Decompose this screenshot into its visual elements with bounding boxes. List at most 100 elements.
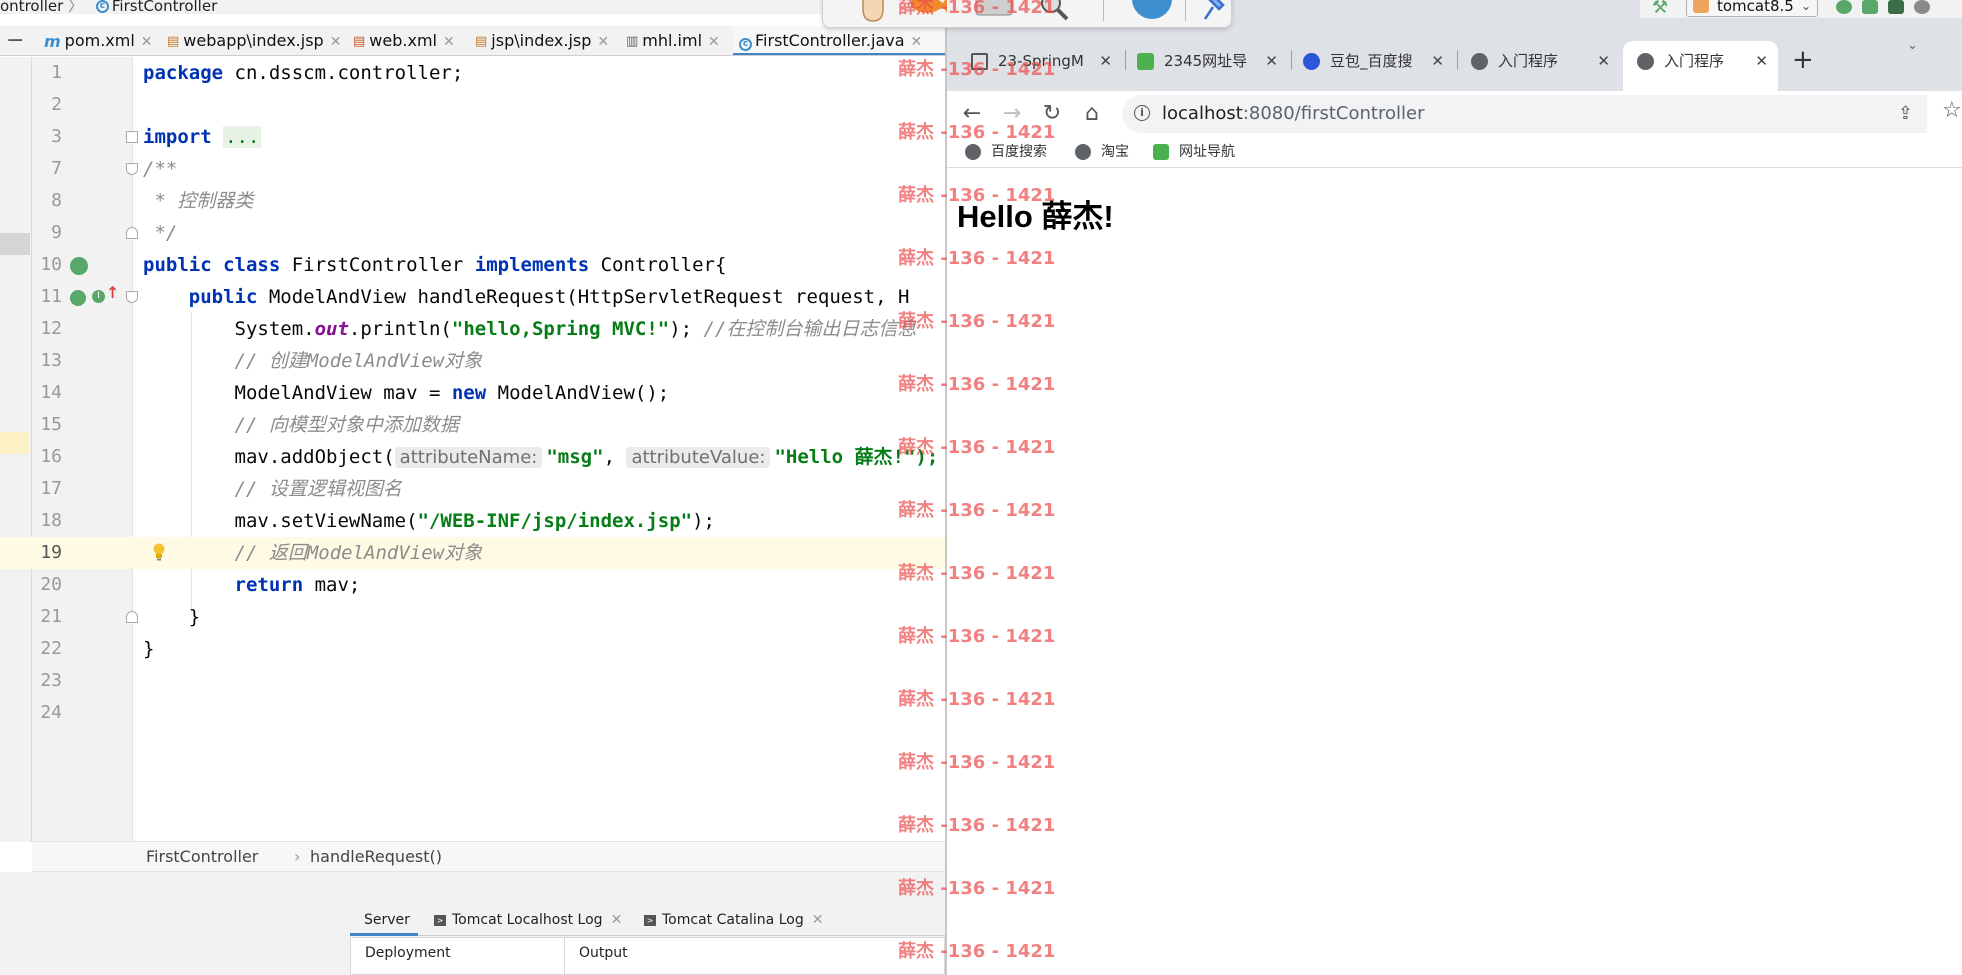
- fold-collapse-icon[interactable]: [126, 163, 138, 175]
- code-line: 21 }: [0, 601, 945, 633]
- fold-expand-icon[interactable]: [126, 131, 138, 143]
- debug-bug-icon[interactable]: [1862, 0, 1878, 14]
- close-icon[interactable]: ✕: [1755, 41, 1768, 81]
- editor-tab-pom-xml[interactable]: m pom.xml ✕: [40, 26, 153, 55]
- line-number: 2: [51, 94, 62, 115]
- bookmark-baidu-search[interactable]: 百度搜索: [965, 136, 1047, 168]
- close-icon[interactable]: ✕: [1099, 45, 1112, 77]
- address-url[interactable]: localhost:8080/firstController: [1162, 95, 1424, 133]
- magnifier-icon[interactable]: [1033, 0, 1075, 23]
- code-text: public ModelAndView handleRequest(HttpSe…: [188, 286, 910, 308]
- code-line: 10 public class FirstController implemen…: [0, 249, 945, 281]
- crumb-class[interactable]: FirstController: [146, 842, 258, 872]
- home-icon[interactable]: ⌂: [1077, 91, 1107, 136]
- column-deployment[interactable]: Deployment: [365, 938, 451, 968]
- code-line: 2: [0, 89, 945, 121]
- hand-pointer-icon[interactable]: [853, 0, 893, 25]
- arrow-up-icon[interactable]: ↑: [106, 283, 119, 302]
- tab-search-chevron-icon[interactable]: ⌄: [1907, 38, 1918, 53]
- tab-tomcat-localhost-log[interactable]: > Tomcat Localhost Log ✕: [434, 904, 622, 936]
- fold-end-icon[interactable]: [126, 227, 138, 239]
- browser-tab[interactable]: 2345网址导 ✕: [1133, 45, 1288, 77]
- parameter-hint: attributeValue:: [626, 447, 771, 468]
- close-icon[interactable]: ✕: [708, 34, 720, 50]
- editor-tab-firstcontroller-java[interactable]: c FirstController.java ✕: [733, 26, 945, 55]
- close-icon[interactable]: ✕: [141, 34, 153, 50]
- editor-tab-webapp-index-jsp[interactable]: ▤ webapp\index.jsp ✕: [163, 26, 342, 55]
- close-icon[interactable]: ✕: [330, 34, 342, 50]
- collapse-icon[interactable]: −: [6, 28, 24, 53]
- bookmark-taobao[interactable]: 淘宝: [1075, 136, 1129, 168]
- forward-arrow-icon[interactable]: →: [997, 91, 1027, 136]
- reload-icon[interactable]: ↻: [1037, 91, 1067, 136]
- tomcat-icon: [1693, 0, 1709, 13]
- close-icon[interactable]: ✕: [1431, 45, 1444, 77]
- spring-handler-icon[interactable]: [70, 290, 86, 306]
- project-breadcrumb: ontroller 〉 c FirstController: [0, 0, 945, 14]
- bookmark-label: 网址导航: [1179, 144, 1235, 160]
- browser-tab[interactable]: 23-SpringM ✕: [967, 45, 1122, 77]
- close-icon[interactable]: ✕: [1597, 45, 1610, 77]
- new-tab-plus-icon[interactable]: +: [1792, 45, 1814, 75]
- java-class-icon: c: [95, 0, 109, 13]
- crumb-method[interactable]: handleRequest(): [280, 842, 442, 872]
- line-number: 18: [40, 510, 62, 531]
- close-icon[interactable]: ✕: [812, 912, 824, 928]
- breadcrumb-class[interactable]: FirstController: [112, 0, 217, 14]
- parameter-hint: attributeName:: [394, 447, 543, 468]
- run-configuration-select[interactable]: tomcat8.5 ⌄: [1686, 0, 1818, 17]
- tab-separator: [1291, 50, 1292, 70]
- profiler-icon[interactable]: [1914, 0, 1930, 14]
- close-icon[interactable]: ✕: [443, 34, 455, 50]
- tab-tomcat-catalina-log[interactable]: > Tomcat Catalina Log ✕: [644, 904, 823, 936]
- code-text: */: [143, 222, 178, 244]
- close-icon[interactable]: ✕: [911, 34, 923, 50]
- globe-icon: [1637, 53, 1654, 70]
- line-number: 11: [40, 286, 62, 307]
- keyboard-icon[interactable]: [973, 0, 1015, 23]
- server-columns: Deployment Output: [350, 937, 945, 975]
- code-text: * 控制器类: [143, 190, 254, 212]
- column-output[interactable]: Output: [579, 938, 628, 968]
- code-line: 8 * 控制器类: [0, 185, 945, 217]
- code-line: 17 // 设置逻辑视图名: [0, 473, 945, 505]
- bookmarks-bar: 百度搜索 淘宝 网址导航: [947, 136, 1962, 168]
- bookmark-star-icon[interactable]: ☆: [1942, 98, 1962, 123]
- fold-collapse-icon[interactable]: [126, 291, 138, 303]
- line-number: 10: [40, 254, 62, 275]
- pin-icon[interactable]: [1197, 0, 1227, 23]
- editor-tab-label: webapp\index.jsp: [183, 31, 324, 50]
- code-text: // 创建ModelAndView对象: [143, 350, 483, 372]
- tab-server[interactable]: Server: [350, 904, 418, 936]
- code-line: 13 // 创建ModelAndView对象: [0, 345, 945, 377]
- back-arrow-icon[interactable]: ←: [957, 91, 987, 136]
- implements-method-icon[interactable]: I: [92, 290, 105, 303]
- code-text: // 向模型对象中添加数据: [143, 414, 459, 436]
- fish-icon[interactable]: [909, 0, 949, 23]
- browser-tab[interactable]: 入门程序 ✕: [1465, 45, 1620, 77]
- fold-end-icon[interactable]: [126, 611, 138, 623]
- editor-tab-label: jsp\index.jsp: [491, 31, 592, 50]
- share-icon[interactable]: ⇪: [1898, 103, 1913, 124]
- close-icon[interactable]: ✕: [597, 34, 609, 50]
- close-icon[interactable]: ✕: [1265, 45, 1278, 77]
- browser-tab-active[interactable]: 入门程序 ✕: [1623, 41, 1778, 91]
- spring-bean-icon[interactable]: [70, 257, 88, 275]
- browser-tab[interactable]: 豆包_百度搜 ✕: [1299, 45, 1454, 77]
- coverage-icon[interactable]: [1888, 0, 1904, 14]
- code-text: }: [143, 638, 155, 660]
- rerun-icon[interactable]: [1836, 0, 1852, 14]
- compass-icon[interactable]: [1129, 0, 1175, 23]
- editor-tab-mhl-iml[interactable]: ▥ mhl.iml ✕: [622, 26, 720, 55]
- folded-imports[interactable]: ...: [223, 126, 262, 148]
- bookmark-nav[interactable]: 网址导航: [1153, 136, 1235, 168]
- build-hammer-icon[interactable]: ⚒: [1652, 0, 1668, 18]
- close-icon[interactable]: ✕: [611, 912, 623, 928]
- column-divider[interactable]: [564, 938, 565, 975]
- address-bar[interactable]: i localhost:8080/firstController ⇪: [1122, 95, 1927, 133]
- editor-tab-jsp-index-jsp[interactable]: ▤ jsp\index.jsp ✕: [471, 26, 609, 55]
- editor-tab-web-xml[interactable]: ▤ web.xml ✕: [349, 26, 455, 55]
- site-info-icon[interactable]: i: [1134, 105, 1150, 121]
- code-text: }: [143, 606, 201, 628]
- breadcrumb-package[interactable]: ontroller: [0, 0, 63, 14]
